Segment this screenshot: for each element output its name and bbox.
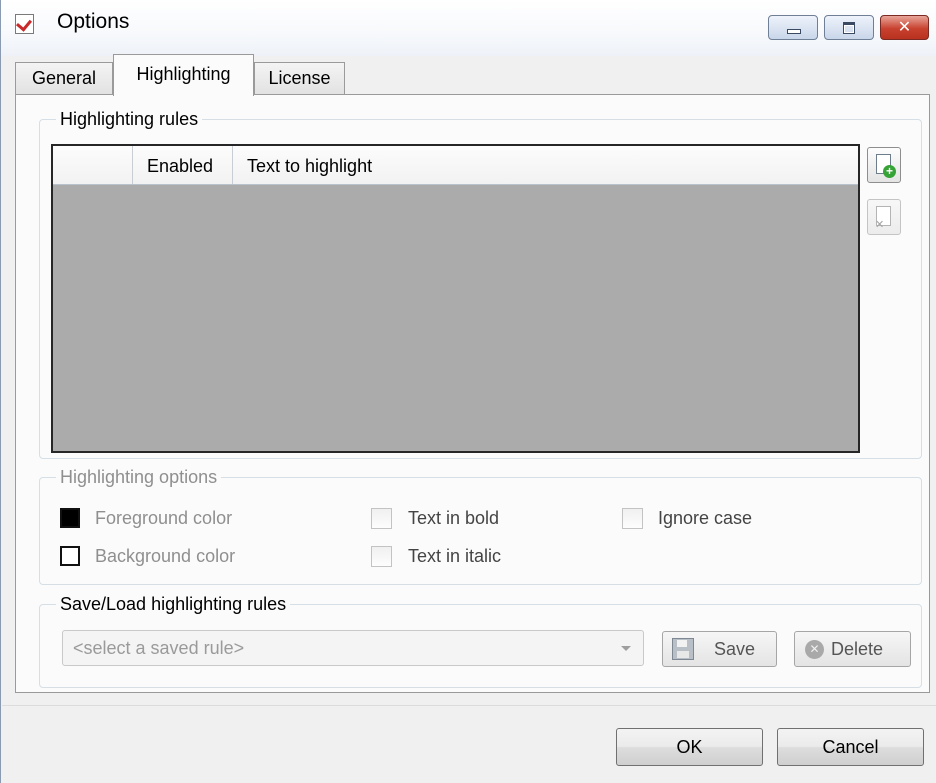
delete-x-icon: ✕ [805,640,824,659]
tab-general[interactable]: General [15,62,113,94]
save-load-rules-label: Save/Load highlighting rules [56,592,291,616]
background-color-label: Background color [95,546,236,566]
rules-grid[interactable]: Enabled Text to highlight [51,144,860,453]
foreground-color-label: Foreground color [95,508,233,528]
chevron-down-icon[interactable] [621,646,631,651]
remove-rule-button[interactable]: ✕ [867,199,901,235]
cancel-button[interactable]: Cancel [777,728,924,766]
maximize-button[interactable] [824,15,874,40]
delete-rule-label: Delete [831,639,884,659]
row-header-column[interactable] [53,146,133,184]
ignore-case-checkbox[interactable] [622,508,643,529]
foreground-color-swatch[interactable] [60,508,80,528]
floppy-disk-icon [672,638,694,660]
save-rule-label: Save [714,639,756,659]
highlighting-options-label: Highlighting options [56,465,222,489]
column-header-enabled[interactable]: Enabled [133,146,233,184]
highlighting-rules-label: Highlighting rules [56,107,203,131]
close-button[interactable] [880,15,929,40]
save-rule-button[interactable]: Save [662,631,777,667]
text-in-italic-checkbox[interactable] [371,546,392,567]
ok-button[interactable]: OK [616,728,763,766]
column-header-text-to-highlight[interactable]: Text to highlight [233,146,533,184]
checklist-app-icon [15,14,34,34]
minimize-button[interactable] [768,15,818,40]
title-bar[interactable]: Options [1,0,936,56]
text-in-italic-label: Text in italic [408,546,502,566]
add-rule-button[interactable]: + [867,147,901,183]
bottom-separator [2,705,936,706]
window-title: Options [57,10,130,33]
rules-grid-header: Enabled Text to highlight [53,146,858,185]
remove-x-icon: ✕ [875,219,885,231]
text-in-bold-label: Text in bold [408,508,500,528]
saved-rule-select-value: <select a saved rule> [73,638,245,658]
delete-rule-button[interactable]: ✕ Delete [794,631,911,667]
text-in-bold-checkbox[interactable] [371,508,392,529]
tab-license[interactable]: License [254,62,345,94]
highlighting-options-group: Highlighting options [39,465,922,585]
plus-icon: + [883,165,896,178]
tab-highlighting[interactable]: Highlighting [113,54,254,96]
background-color-swatch[interactable] [60,546,80,566]
options-window: Options General Highlighting License Hig… [0,0,936,783]
ignore-case-label: Ignore case [658,508,753,528]
saved-rule-select[interactable]: <select a saved rule> [62,630,644,666]
